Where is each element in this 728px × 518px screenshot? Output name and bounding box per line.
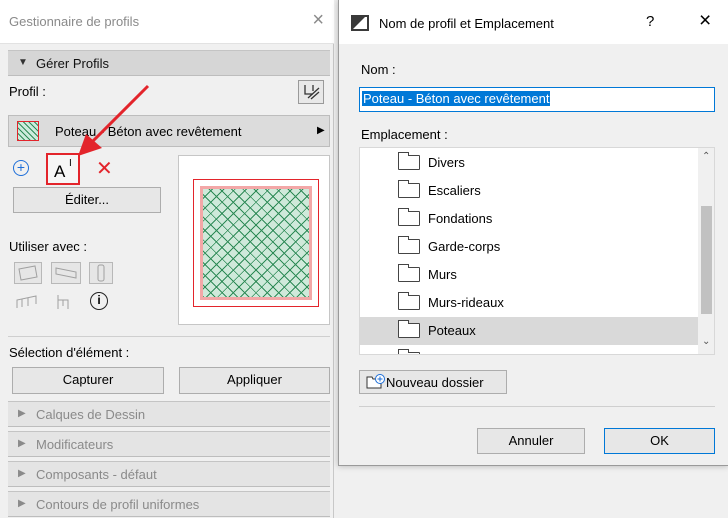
- chevron-down-icon: ▼: [18, 57, 28, 68]
- folder-icon: [398, 152, 420, 170]
- panel-title: Gestionnaire de profils: [9, 14, 140, 29]
- dialog-titlebar: Nom de profil et Emplacement ? ×: [339, 0, 728, 44]
- section-uniform-contours[interactable]: ▶ Contours de profil uniformes: [8, 491, 330, 517]
- profile-settings-icon[interactable]: [298, 80, 324, 104]
- folder-item-partial: [360, 346, 678, 354]
- wall-icon[interactable]: [14, 262, 42, 284]
- folder-icon: [398, 264, 420, 282]
- annotation-arrow: [78, 84, 150, 156]
- close-icon[interactable]: ×: [312, 10, 324, 30]
- beam-icon[interactable]: [51, 262, 81, 284]
- folder-item[interactable]: Fondations: [360, 205, 678, 233]
- chevron-right-icon: ▶: [317, 125, 325, 136]
- folder-list[interactable]: Divers Escaliers Fondations Garde-corps …: [359, 147, 715, 355]
- section-drawing-layers[interactable]: ▶ Calques de Dessin: [8, 401, 330, 427]
- folder-item[interactable]: Garde-corps: [360, 233, 678, 261]
- element-selection-label: Sélection d'élément :: [9, 345, 130, 360]
- folder-icon: [398, 208, 420, 226]
- folder-icon: [398, 292, 420, 310]
- folder-item-selected[interactable]: Poteaux: [360, 317, 698, 345]
- rename-icon: A: [54, 162, 66, 181]
- folder-icon: [398, 180, 420, 198]
- help-icon[interactable]: ?: [646, 13, 654, 30]
- scrollbar-thumb[interactable]: [701, 206, 712, 314]
- profile-label: Profil :: [9, 84, 46, 99]
- profile-preview: [178, 155, 330, 325]
- panel-titlebar: Gestionnaire de profils ×: [0, 0, 334, 44]
- use-with-label: Utiliser avec :: [9, 239, 88, 254]
- chevron-right-icon: ▶: [18, 438, 26, 449]
- dialog-title: Nom de profil et Emplacement: [379, 16, 554, 31]
- section-label: Calques de Dessin: [36, 407, 146, 422]
- name-value: Poteau - Béton avec revêtement: [362, 91, 551, 106]
- folder-item[interactable]: Murs-rideaux: [360, 289, 678, 317]
- folder-icon: [398, 320, 420, 338]
- location-label: Emplacement :: [361, 127, 448, 142]
- scroll-down-icon[interactable]: ⌄: [702, 336, 710, 347]
- ok-button[interactable]: OK: [604, 428, 715, 454]
- section-label: Composants - défaut: [36, 467, 157, 482]
- section-manage-profiles[interactable]: ▼ Gérer Profils: [8, 50, 330, 76]
- section-label: Contours de profil uniformes: [36, 497, 200, 512]
- name-field[interactable]: Poteau - Béton avec revêtement: [359, 87, 715, 112]
- column-icon[interactable]: [89, 262, 113, 284]
- info-icon[interactable]: i: [90, 292, 108, 310]
- cancel-button[interactable]: Annuler: [477, 428, 585, 454]
- railing-icon[interactable]: [14, 292, 40, 312]
- folder-item[interactable]: Escaliers: [360, 177, 678, 205]
- chevron-right-icon: ▶: [18, 498, 26, 509]
- profile-name-location-dialog: Nom de profil et Emplacement ? × Nom : P…: [338, 0, 728, 466]
- section-label: Gérer Profils: [36, 56, 109, 71]
- apply-button[interactable]: Appliquer: [179, 367, 330, 394]
- folder-icon: [398, 236, 420, 254]
- section-label: Modificateurs: [36, 437, 114, 452]
- scroll-up-icon[interactable]: ⌃: [702, 151, 710, 162]
- name-label: Nom :: [361, 62, 396, 77]
- scrollbar[interactable]: ⌃ ⌄: [698, 148, 714, 354]
- new-folder-icon: [366, 374, 385, 389]
- folder-icon: [398, 349, 420, 354]
- folder-item[interactable]: Murs: [360, 261, 678, 289]
- section-modifiers[interactable]: ▶ Modificateurs: [8, 431, 330, 457]
- new-folder-button[interactable]: Nouveau dossier: [359, 370, 507, 394]
- edit-button[interactable]: Éditer...: [13, 187, 161, 213]
- divider: [359, 406, 715, 407]
- add-profile-icon[interactable]: +: [13, 160, 29, 176]
- app-icon: [351, 15, 369, 31]
- close-icon[interactable]: ×: [699, 9, 711, 33]
- chevron-right-icon: ▶: [18, 408, 26, 419]
- chevron-right-icon: ▶: [18, 468, 26, 479]
- divider: [8, 336, 330, 337]
- preview-outline: [193, 179, 319, 307]
- profile-hatch-icon: [17, 121, 39, 141]
- section-default-components[interactable]: ▶ Composants - défaut: [8, 461, 330, 487]
- folder-item[interactable]: Divers: [360, 149, 678, 177]
- profile-manager-panel: Gestionnaire de profils × ▼ Gérer Profil…: [0, 0, 334, 518]
- capture-button[interactable]: Capturer: [12, 367, 164, 394]
- handrail-icon[interactable]: [52, 292, 76, 312]
